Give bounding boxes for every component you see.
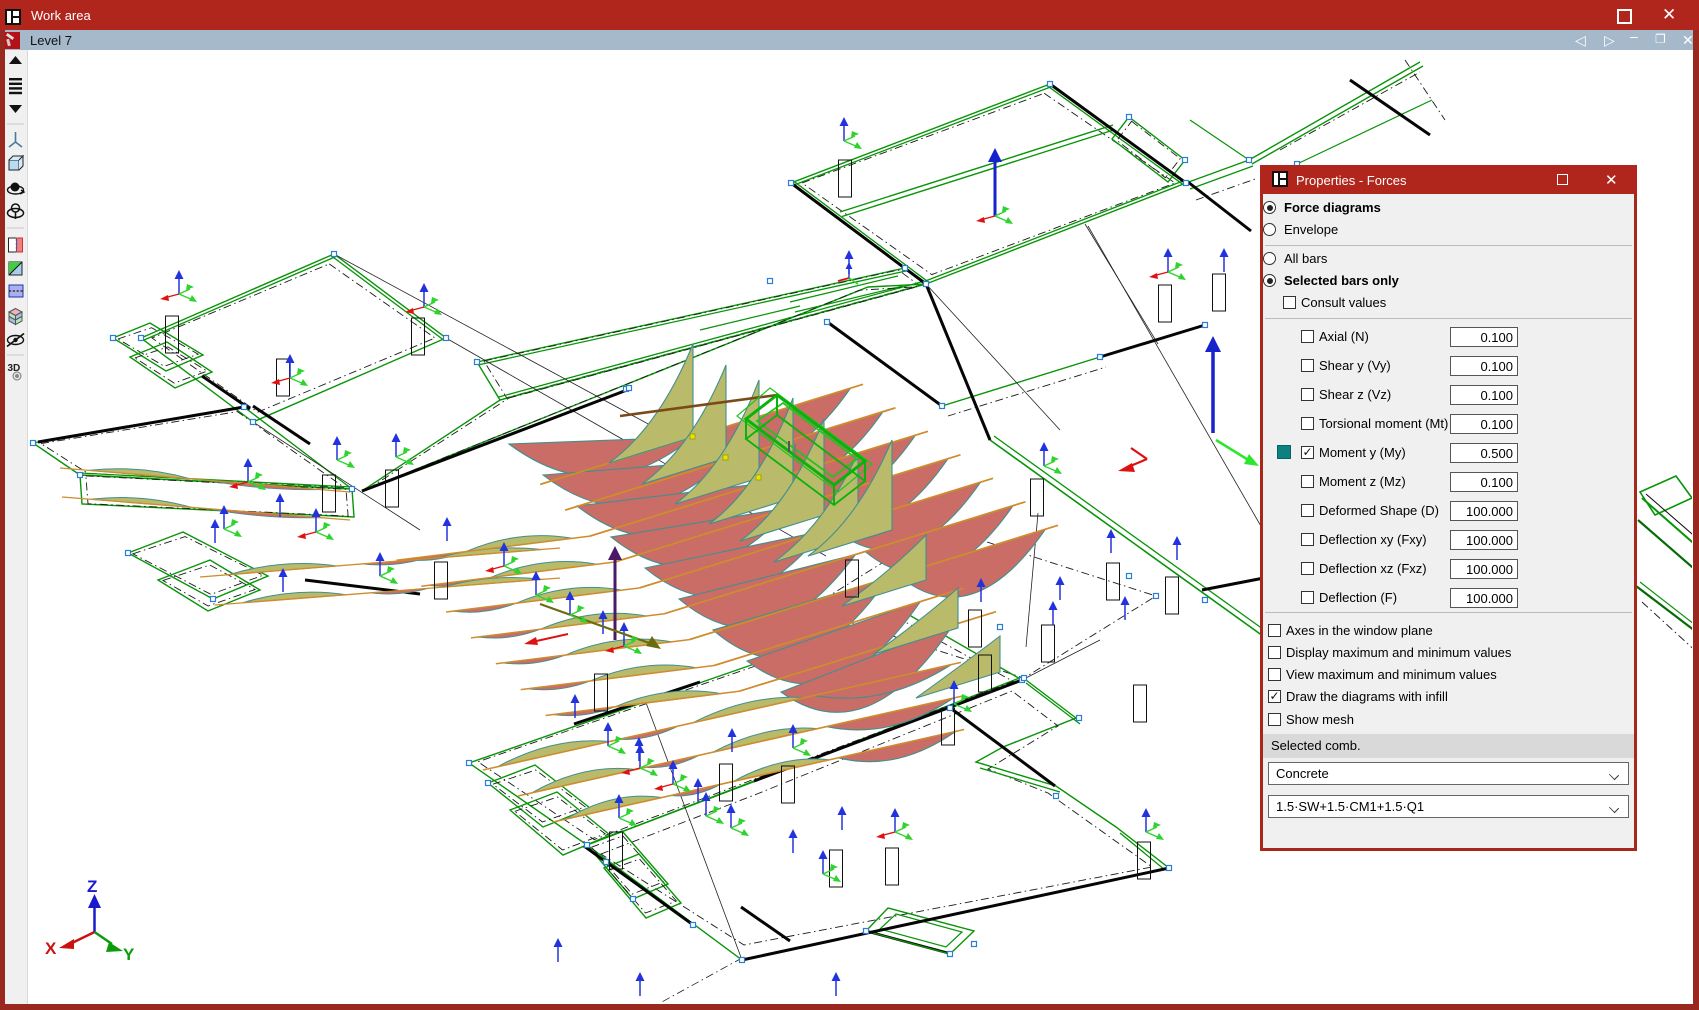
svg-text:Y: Y [123,945,135,964]
svg-text:Z: Z [87,877,97,896]
svg-text:X: X [45,939,57,958]
